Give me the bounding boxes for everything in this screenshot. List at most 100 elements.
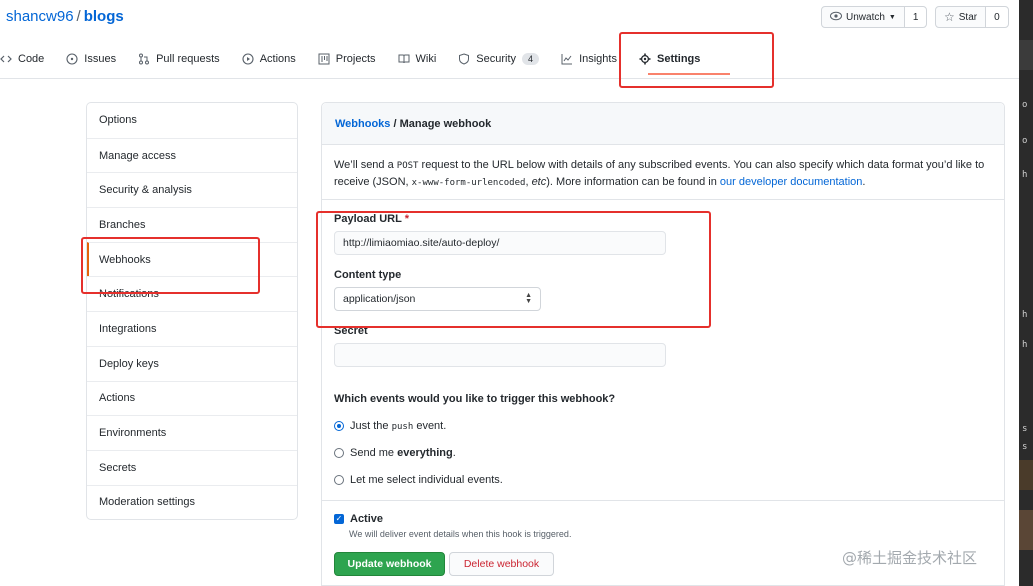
- delete-webhook-button[interactable]: Delete webhook: [449, 552, 554, 576]
- sidebar-item-integrations[interactable]: Integrations: [87, 311, 297, 346]
- star-button[interactable]: ☆ Star: [936, 7, 985, 27]
- watch-count[interactable]: 1: [903, 7, 927, 27]
- watermark: @稀土掘金技术社区: [842, 549, 978, 567]
- repo-nav-tabs: Code Issues Pull requests Actions Projec…: [0, 44, 711, 74]
- edge-text: h: [1022, 310, 1028, 320]
- edge-text: s: [1022, 424, 1028, 434]
- repo-title: shancw96/blogs: [6, 8, 124, 25]
- tab-projects[interactable]: Projects: [307, 44, 387, 74]
- event-option-label: Send me everything.: [350, 447, 456, 459]
- issue-icon: [66, 53, 78, 65]
- event-option-everything[interactable]: Send me everything.: [334, 447, 456, 459]
- desc-text: .: [862, 176, 866, 188]
- tab-security-label: Security: [476, 53, 517, 65]
- annotation-box-settings: [619, 32, 774, 88]
- breadcrumb-webhooks-link[interactable]: Webhooks: [335, 118, 390, 130]
- repo-name-link[interactable]: blogs: [84, 8, 124, 25]
- desc-etc: etc: [531, 176, 547, 188]
- tab-issues-label: Issues: [84, 53, 117, 65]
- active-label: Active: [350, 513, 384, 525]
- book-icon: [398, 53, 410, 65]
- unwatch-label: Unwatch: [846, 11, 885, 23]
- security-count-badge: 4: [522, 53, 540, 65]
- annotation-box-webhooks: [81, 237, 260, 294]
- divider: [322, 500, 1004, 501]
- edge-text: h: [1022, 340, 1028, 350]
- event-option-individual[interactable]: Let me select individual events.: [334, 474, 503, 486]
- desc-code-urlencoded: x-www-form-urlencoded: [411, 178, 526, 188]
- edge-text: o: [1022, 136, 1028, 146]
- sidebar-item-manage-access[interactable]: Manage access: [87, 137, 297, 173]
- sidebar-item-security-analysis[interactable]: Security & analysis: [87, 172, 297, 207]
- caret-down-icon: ▼: [888, 13, 896, 21]
- event-option-code: push: [391, 422, 414, 432]
- event-option-label: Just the push event.: [350, 420, 446, 432]
- code-icon: [0, 53, 12, 65]
- play-icon: [242, 53, 254, 65]
- tab-insights[interactable]: Insights: [550, 44, 628, 74]
- event-option-text: Just the: [350, 420, 392, 432]
- radio-unselected[interactable]: [334, 448, 344, 458]
- sidebar-item-deploy-keys[interactable]: Deploy keys: [87, 345, 297, 381]
- developer-docs-link[interactable]: our developer documentation: [720, 176, 862, 188]
- event-option-bold: everything: [397, 447, 453, 459]
- update-webhook-button[interactable]: Update webhook: [334, 552, 445, 576]
- star-icon: ☆: [944, 10, 955, 24]
- desc-code-post: POST: [396, 161, 419, 171]
- secret-input[interactable]: [334, 343, 666, 367]
- breadcrumb: Webhooks / Manage webhook: [322, 103, 1004, 145]
- divider: [322, 199, 1004, 200]
- event-option-text: Send me: [350, 447, 398, 459]
- desc-text: ). More information can be found in: [546, 176, 720, 188]
- tab-wiki-label: Wiki: [415, 53, 437, 65]
- tab-actions[interactable]: Actions: [231, 44, 307, 74]
- unwatch-button-group: Unwatch ▼ 1: [821, 6, 928, 28]
- star-label: Star: [958, 11, 978, 23]
- repo-owner-link[interactable]: shancw96: [6, 8, 74, 25]
- event-option-label: Let me select individual events.: [350, 474, 503, 486]
- active-checkbox-row[interactable]: ✓ Active: [334, 513, 383, 525]
- active-hint: We will deliver event details when this …: [349, 529, 572, 539]
- event-option-text: .: [452, 447, 456, 459]
- radio-selected[interactable]: [334, 421, 344, 431]
- webhook-description: We’ll send a POST request to the URL bel…: [334, 157, 994, 191]
- settings-sidebar: Options Manage access Security & analysi…: [86, 102, 298, 521]
- tab-insights-label: Insights: [579, 53, 617, 65]
- tab-projects-label: Projects: [335, 53, 376, 65]
- tab-code[interactable]: Code: [0, 44, 55, 74]
- pull-request-icon: [138, 53, 150, 65]
- active-checkbox[interactable]: ✓: [334, 514, 344, 524]
- radio-unselected[interactable]: [334, 475, 344, 485]
- tab-pull-requests-label: Pull requests: [156, 53, 220, 65]
- adjacent-window-edge: o o h h h s s: [1019, 0, 1033, 586]
- event-option-push[interactable]: Just the push event.: [334, 420, 446, 432]
- tab-wiki[interactable]: Wiki: [387, 44, 448, 74]
- eye-icon: [830, 11, 842, 24]
- annotation-box-form: [316, 211, 711, 328]
- star-button-group: ☆ Star 0: [935, 6, 1009, 28]
- graph-icon: [561, 53, 573, 65]
- edge-text: h: [1022, 170, 1028, 180]
- breadcrumb-current: Manage webhook: [399, 117, 492, 130]
- sidebar-item-secrets[interactable]: Secrets: [87, 449, 297, 485]
- sidebar-item-environments[interactable]: Environments: [87, 415, 297, 450]
- edge-text: s: [1022, 442, 1028, 452]
- star-count[interactable]: 0: [985, 7, 1008, 27]
- desc-text: We’ll send a: [334, 159, 397, 171]
- tab-code-label: Code: [18, 53, 45, 65]
- event-option-text: event.: [413, 420, 447, 432]
- sidebar-item-options[interactable]: Options: [87, 103, 297, 138]
- tab-security[interactable]: Security 4: [447, 44, 550, 74]
- tab-actions-label: Actions: [259, 53, 296, 65]
- shield-icon: [458, 53, 470, 65]
- sidebar-item-actions[interactable]: Actions: [87, 380, 297, 416]
- events-question: Which events would you like to trigger t…: [334, 393, 616, 405]
- edge-text: o: [1022, 100, 1028, 110]
- unwatch-button[interactable]: Unwatch ▼: [822, 7, 904, 27]
- tab-divider: [0, 78, 1020, 79]
- tab-pull-requests[interactable]: Pull requests: [127, 44, 231, 74]
- sidebar-item-moderation-settings[interactable]: Moderation settings: [87, 484, 297, 520]
- tab-issues[interactable]: Issues: [55, 44, 127, 74]
- repo-separator: /: [76, 8, 81, 25]
- project-icon: [318, 53, 330, 65]
